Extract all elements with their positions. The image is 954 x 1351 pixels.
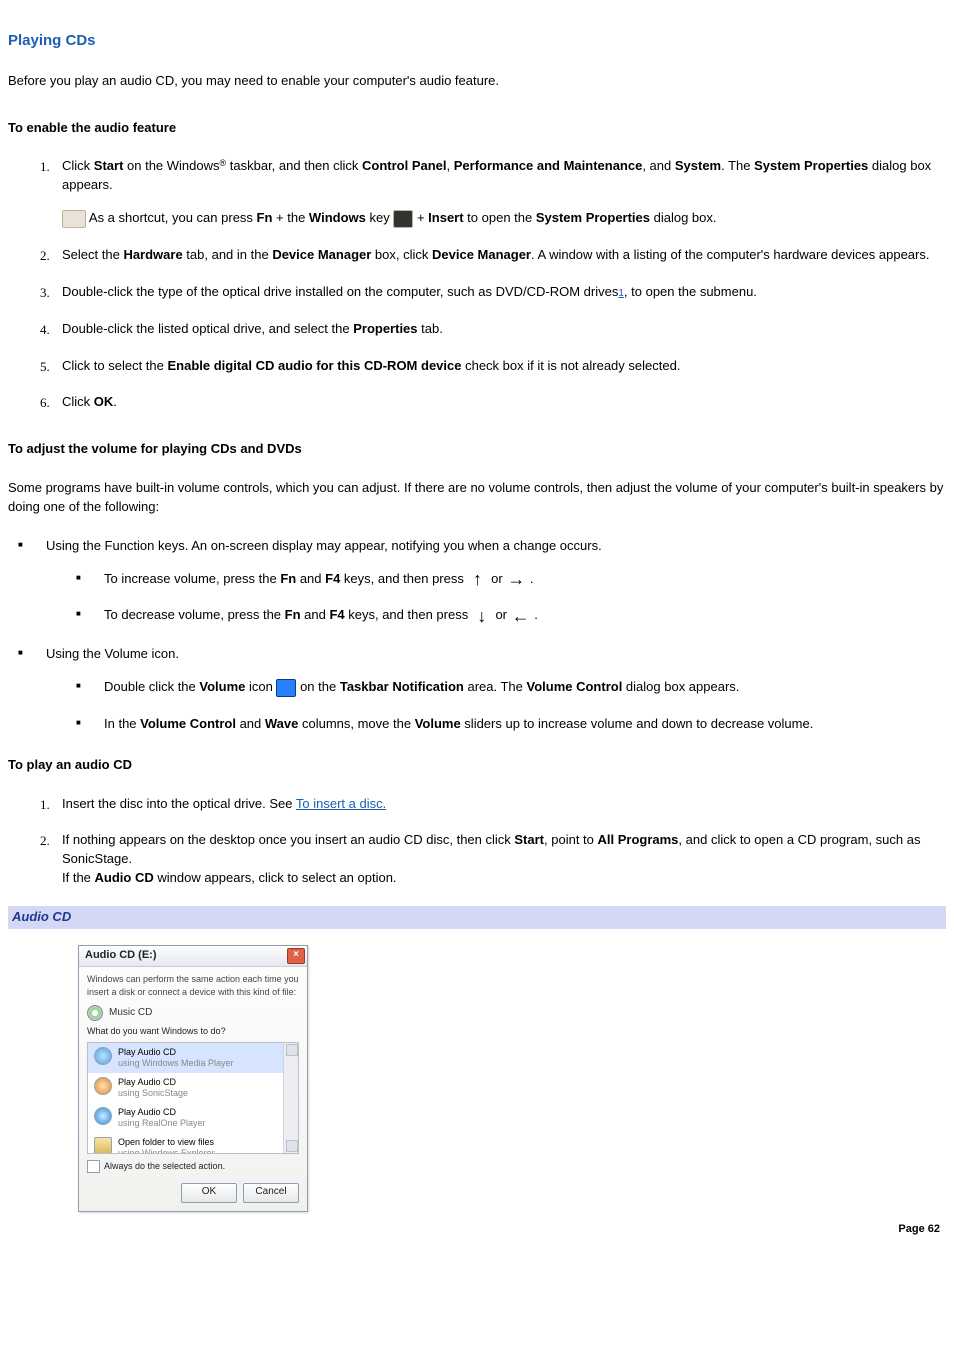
list-item-subtitle: using Windows Explorer	[118, 1148, 215, 1154]
volume-icon-item: Using the Volume icon. Double click the …	[18, 645, 946, 734]
step-marker: 2.	[40, 832, 50, 851]
list-item[interactable]: Play Audio CDusing SonicStage	[88, 1073, 298, 1103]
dialog-button-row: OK Cancel	[79, 1177, 307, 1211]
step-marker: 6.	[40, 394, 50, 413]
step-text: Click Start on the Windows® taskbar, and…	[62, 158, 931, 192]
checkbox-label: Always do the selected action.	[104, 1160, 225, 1173]
step-1: 1. Click Start on the Windows® taskbar, …	[40, 157, 946, 228]
play-step-1: 1. Insert the disc into the optical driv…	[40, 795, 946, 814]
step-5: 5. Click to select the Enable digital CD…	[40, 357, 946, 376]
step-text: Double-click the listed optical drive, a…	[62, 321, 443, 336]
wmp-icon	[94, 1047, 112, 1065]
list-item[interactable]: Open folder to view filesusing Windows E…	[88, 1133, 298, 1154]
document-page: Playing CDs Before you play an audio CD,…	[0, 0, 954, 1252]
step-marker: 1.	[40, 796, 50, 815]
page-number: Page 62	[8, 1212, 946, 1242]
decrease-volume-item: To decrease volume, press the Fn and F4 …	[76, 606, 946, 625]
list-item-subtitle: using SonicStage	[118, 1088, 188, 1098]
function-keys-item: Using the Function keys. An on-screen di…	[18, 537, 946, 626]
function-keys-sublist: To increase volume, press the Fn and F4 …	[66, 570, 946, 626]
subsection-play-cd: To play an audio CD	[8, 756, 946, 775]
list-item-title: Play Audio CD	[118, 1047, 176, 1057]
step-marker: 5.	[40, 358, 50, 377]
item-text: Using the Volume icon.	[46, 646, 179, 661]
arrow-up-icon: ↑	[467, 570, 487, 588]
intro-paragraph: Before you play an audio CD, you may nee…	[8, 72, 946, 91]
list-item[interactable]: Play Audio CDusing Windows Media Player	[88, 1043, 298, 1073]
list-item-subtitle: using Windows Media Player	[118, 1058, 234, 1068]
item-text: Using the Function keys. An on-screen di…	[46, 538, 602, 553]
move-sliders-item: In the Volume Control and Wave columns, …	[76, 715, 946, 734]
dialog-question: What do you want Windows to do?	[87, 1025, 299, 1038]
list-item-title: Play Audio CD	[118, 1077, 176, 1087]
step-text: Click to select the Enable digital CD au…	[62, 358, 680, 373]
note-icon	[62, 210, 86, 228]
step-2: 2. Select the Hardware tab, and in the D…	[40, 246, 946, 265]
step-3: 3. Double-click the type of the optical …	[40, 283, 946, 302]
ok-button[interactable]: OK	[181, 1183, 237, 1203]
step-6: 6. Click OK.	[40, 393, 946, 412]
close-icon[interactable]: ×	[287, 948, 305, 964]
step-text: Double-click the type of the optical dri…	[62, 284, 757, 299]
step-marker: 4.	[40, 321, 50, 340]
double-click-volume-item: Double click the Volume icon on the Task…	[76, 678, 946, 697]
play-cd-steps: 1. Insert the disc into the optical driv…	[8, 795, 946, 888]
cd-icon	[87, 1005, 103, 1021]
enable-audio-steps: 1. Click Start on the Windows® taskbar, …	[8, 157, 946, 412]
step-marker: 3.	[40, 284, 50, 303]
media-type-label: Music CD	[109, 1006, 152, 1021]
adjust-volume-list: Using the Function keys. An on-screen di…	[8, 537, 946, 734]
list-item-subtitle: using RealOne Player	[118, 1118, 206, 1128]
windows-key-icon	[393, 210, 413, 228]
dialog-title-text: Audio CD (E:)	[85, 948, 156, 964]
step-text: Click OK.	[62, 394, 117, 409]
play-step-2: 2. If nothing appears on the desktop onc…	[40, 831, 946, 888]
increase-volume-item: To increase volume, press the Fn and F4 …	[76, 570, 946, 589]
arrow-right-icon: →	[506, 570, 526, 588]
step-marker: 1.	[40, 158, 50, 177]
insert-disc-link[interactable]: To insert a disc.	[296, 796, 386, 811]
always-do-checkbox-row[interactable]: Always do the selected action.	[87, 1160, 299, 1173]
list-item-title: Open folder to view files	[118, 1137, 214, 1147]
figure-caption-band: Audio CD	[8, 906, 946, 929]
dialog-titlebar: Audio CD (E:) ×	[79, 946, 307, 967]
step-text: If nothing appears on the desktop once y…	[62, 832, 920, 885]
dialog-message: Windows can perform the same action each…	[87, 973, 299, 999]
arrow-left-icon: ←	[511, 607, 531, 625]
cancel-button[interactable]: Cancel	[243, 1183, 299, 1203]
adjust-volume-intro: Some programs have built-in volume contr…	[8, 479, 946, 517]
scrollbar[interactable]	[283, 1043, 298, 1153]
autoplay-dialog: Audio CD (E:) × Windows can perform the …	[78, 945, 308, 1212]
arrow-down-icon: ↓	[472, 607, 492, 625]
step-text: Select the Hardware tab, and in the Devi…	[62, 247, 929, 262]
folder-icon	[94, 1137, 112, 1154]
step-marker: 2.	[40, 247, 50, 266]
sonicstage-icon	[94, 1077, 112, 1095]
step-text: Insert the disc into the optical drive. …	[62, 796, 386, 811]
step-4: 4. Double-click the listed optical drive…	[40, 320, 946, 339]
dialog-body: Windows can perform the same action each…	[79, 967, 307, 1177]
checkbox[interactable]	[87, 1160, 100, 1173]
dialog-action-list[interactable]: Play Audio CDusing Windows Media Player …	[87, 1042, 299, 1154]
list-item-title: Play Audio CD	[118, 1107, 176, 1117]
volume-tray-icon	[276, 679, 296, 697]
subsection-enable-audio: To enable the audio feature	[8, 119, 946, 138]
list-item[interactable]: Play Audio CDusing RealOne Player	[88, 1103, 298, 1133]
realone-icon	[94, 1107, 112, 1125]
page-title: Playing CDs	[8, 30, 946, 52]
dialog-media-type: Music CD	[87, 1005, 299, 1021]
shortcut-note: As a shortcut, you can press Fn + the Wi…	[62, 209, 946, 228]
subsection-adjust-volume: To adjust the volume for playing CDs and…	[8, 440, 946, 459]
volume-icon-sublist: Double click the Volume icon on the Task…	[66, 678, 946, 734]
figure-area: Audio CD (E:) × Windows can perform the …	[8, 929, 946, 1212]
